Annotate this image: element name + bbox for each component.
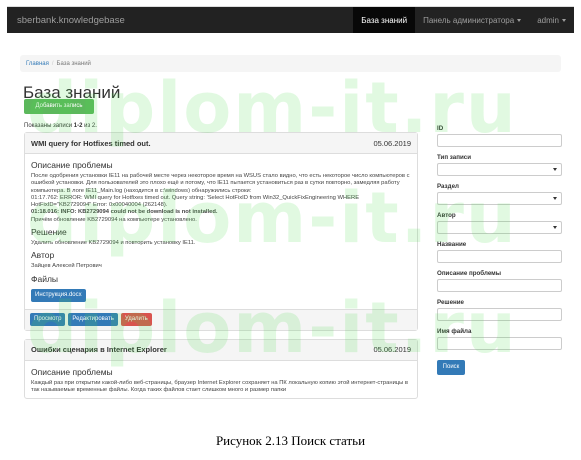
- name-input[interactable]: [437, 250, 562, 263]
- article-heading: Ошибки сценария в Internet Explorer 05.0…: [25, 339, 417, 361]
- articles-list: WMI query for Hotfixes timed out. 05.06.…: [24, 132, 418, 400]
- breadcrumb: Главная / База знаний: [20, 55, 561, 72]
- search-button[interactable]: Поиск: [437, 360, 465, 375]
- filter-label: Раздел: [437, 183, 459, 190]
- article-heading: WMI query for Hotfixes timed out. 05.06.…: [25, 133, 417, 154]
- article-actions: Просмотр Редактировать Удалить: [25, 308, 417, 330]
- brand-link[interactable]: sberbank.knowledgebase: [7, 15, 353, 26]
- solution-text: Удалить обновление KB2729094 и повторить…: [31, 240, 196, 247]
- filter-label: Автор: [437, 212, 456, 219]
- filter-type: Тип записи: [437, 154, 562, 176]
- chevron-down-icon: [553, 226, 557, 229]
- solution-heading: Решение: [31, 227, 67, 238]
- nav-user-menu[interactable]: admin: [529, 7, 574, 33]
- log-line: 01:17.762: ERROR: WMI query for Hotfixes…: [31, 194, 360, 209]
- article-body: Описание проблемы После одобрения устано…: [25, 154, 417, 309]
- author-heading: Автор: [31, 250, 55, 261]
- problem-input[interactable]: [437, 279, 562, 292]
- figure-caption: Рисунок 2.13 Поиск статьи: [215, 433, 366, 448]
- browser-screenshot: sberbank.knowledgebase База знаний Панел…: [7, 6, 574, 424]
- breadcrumb-separator: /: [51, 60, 54, 67]
- files-heading: Файлы: [31, 273, 59, 284]
- breadcrumb-current: База знаний: [56, 60, 91, 67]
- article-title: WMI query for Hotfixes timed out.: [31, 138, 151, 148]
- article-date: 05.06.2019: [373, 345, 411, 355]
- article-card: Ошибки сценария в Internet Explorer 05.0…: [24, 338, 418, 400]
- problem-heading: Описание проблемы: [31, 160, 113, 170]
- author-name: Зайцев Алексей Петрович: [31, 263, 102, 270]
- nav-knowledge-base[interactable]: База знаний: [353, 7, 416, 33]
- delete-button[interactable]: Удалить: [120, 313, 152, 327]
- article-body: Описание проблемы Каждый раз при открыти…: [25, 361, 417, 399]
- add-record-button[interactable]: Добавить запись: [24, 99, 94, 114]
- summary-suffix: из 2.: [82, 123, 97, 129]
- article-title: Ошибки сценария в Internet Explorer: [31, 345, 167, 355]
- search-filters: ID Тип записи Раздел Автор Название Опис…: [437, 125, 562, 375]
- filter-label: ID: [437, 125, 444, 132]
- solution-input[interactable]: [437, 308, 562, 321]
- view-button[interactable]: Просмотр: [30, 313, 66, 327]
- filter-id: ID: [437, 125, 562, 147]
- type-select[interactable]: [437, 163, 562, 176]
- filter-problem: Описание проблемы: [437, 270, 562, 292]
- id-input[interactable]: [437, 134, 562, 147]
- filter-author: Автор: [437, 212, 562, 234]
- chevron-down-icon: [553, 197, 557, 200]
- filter-filename: Имя файла: [437, 328, 562, 350]
- chevron-down-icon: [517, 18, 522, 22]
- nav-admin-panel[interactable]: Панель администратора: [415, 7, 529, 33]
- summary-prefix: Показаны записи: [24, 123, 74, 129]
- nav-user-label: admin: [537, 15, 559, 25]
- filename-input[interactable]: [437, 337, 562, 350]
- filter-label: Тип записи: [437, 154, 472, 161]
- article-date: 05.06.2019: [373, 138, 411, 148]
- edit-button[interactable]: Редактировать: [68, 313, 118, 327]
- filter-label: Название: [437, 241, 467, 248]
- filter-label: Описание проблемы: [437, 270, 502, 277]
- filter-solution: Решение: [437, 299, 562, 321]
- article-card: WMI query for Hotfixes timed out. 05.06.…: [24, 132, 418, 331]
- nav-admin-panel-label: Панель администратора: [423, 15, 515, 25]
- results-summary: Показаны записи 1-2 из 2.: [24, 123, 97, 129]
- problem-text: Каждый раз при открытии какой-либо веб-с…: [31, 379, 408, 393]
- filter-label: Решение: [437, 299, 464, 306]
- chevron-down-icon: [553, 168, 557, 171]
- filter-section: Раздел: [437, 183, 562, 205]
- problem-heading: Описание проблемы: [31, 366, 113, 377]
- log-note: Причём обновление KB2729094 на компьютер…: [31, 216, 197, 223]
- filter-label: Имя файла: [437, 328, 472, 335]
- section-select[interactable]: [437, 192, 562, 205]
- nav-knowledge-base-label: База знаний: [361, 15, 408, 25]
- breadcrumb-home[interactable]: Главная: [26, 61, 49, 67]
- problem-text: После одобрения установки IE11 на рабоче…: [31, 173, 410, 194]
- log-line: 01:18.016: INFO: KB2729094 could not be …: [31, 209, 218, 216]
- chevron-down-icon: [562, 18, 566, 22]
- top-navbar: sberbank.knowledgebase База знаний Панел…: [7, 7, 574, 33]
- filter-name: Название: [437, 241, 562, 263]
- author-select[interactable]: [437, 221, 562, 234]
- file-download-button[interactable]: Инструкция.docx: [31, 288, 86, 302]
